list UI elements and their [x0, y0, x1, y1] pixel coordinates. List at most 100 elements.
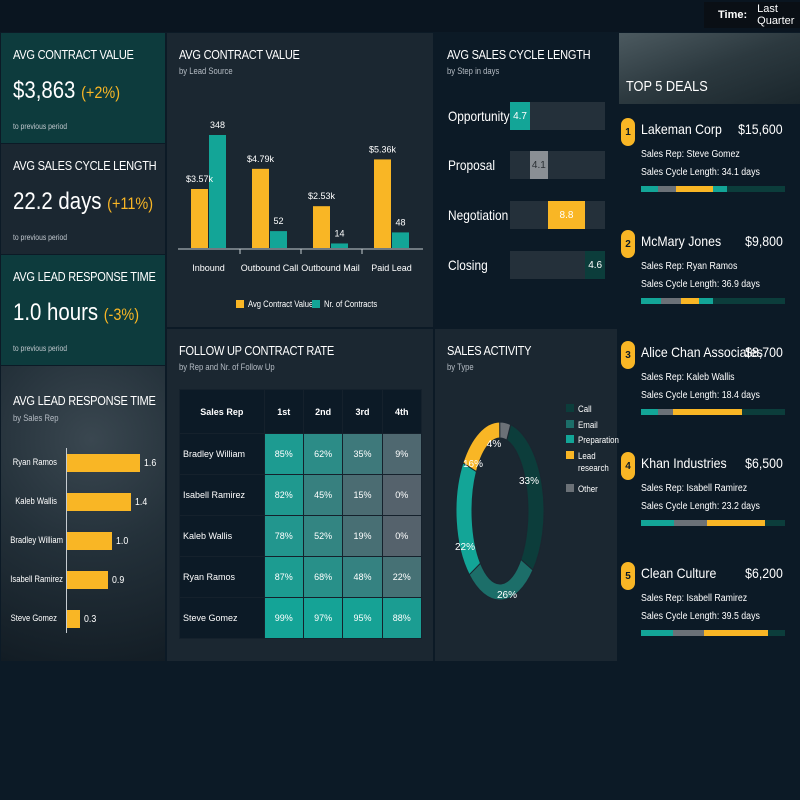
row-header: Ryan Ramos [179, 556, 265, 598]
legend-nr-contracts: Nr. of Contracts [312, 299, 387, 309]
heat-cell: 97% [302, 597, 344, 639]
kpi-avg-lead-response: AVG LEAD RESPONSE TIME 1.0 hours (-3%) t… [1, 255, 165, 365]
column-header-follow-up: 3rd [342, 389, 383, 434]
bar-label: Steve Gomez [10, 613, 57, 623]
deal-cycle-segment [764, 520, 785, 526]
bar-label: Ryan Ramos [12, 457, 57, 467]
rank-badge-icon: 5 [621, 562, 635, 590]
deal-cycle: Sales Cycle Length: 34.1 days [641, 167, 760, 178]
deal-rep: Sales Rep: Isabell Ramirez [641, 593, 748, 604]
sales-activity-panel: SALES ACTIVITY by Type [435, 329, 617, 661]
bar-value: 0.3 [83, 614, 97, 625]
deal-amount: $6,200 [745, 565, 783, 581]
rank-badge-icon: 2 [621, 230, 635, 258]
stage-label: Negotiation [448, 207, 509, 223]
kpi-title: AVG CONTRACT VALUE [13, 47, 134, 62]
stage-track: 4.1 [510, 151, 605, 179]
time-filter-label: Time: [718, 9, 748, 21]
top-bar: Time: Last Quarter [0, 0, 800, 32]
column-header-sales-rep: Sales Rep [179, 389, 265, 434]
contract-value-panel: AVG CONTRACT VALUE by Lead Source [167, 33, 433, 327]
deal-amount: $6,500 [745, 455, 783, 471]
bar [66, 493, 131, 511]
stage-bar: 4.6 [585, 251, 605, 279]
column-header-follow-up: 2nd [302, 389, 344, 434]
legend-label: Preparation [578, 435, 619, 445]
deal-rep: Sales Rep: Kaleb Wallis [641, 372, 735, 383]
deal-cycle-segment [704, 630, 768, 636]
deal-cycle-segment [672, 630, 705, 636]
deal-cycle-segment [707, 520, 765, 526]
panel-title: AVG SALES CYCLE LENGTH [447, 47, 591, 62]
deal-amount: $15,600 [738, 121, 783, 137]
deal-cycle: Sales Cycle Length: 36.9 days [641, 279, 760, 290]
table-row: Bradley William 85% 62% 35% 9% [179, 433, 423, 475]
row-header: Steve Gomez [179, 597, 265, 639]
time-filter-value[interactable]: Last Quarter [757, 3, 800, 27]
kpi-value: 1.0 hours (-3%) [13, 299, 140, 326]
stage-track: 4.6 [510, 251, 605, 279]
legend-swatch [566, 435, 574, 443]
deal-cycle-bar [641, 630, 785, 636]
bar [66, 532, 113, 550]
deal-cycle-segment [658, 186, 676, 192]
heat-cell: 48% [342, 556, 383, 598]
kpi-title: AVG LEAD RESPONSE TIME [13, 269, 156, 284]
panel-title: FOLLOW UP CONTRACT RATE [179, 343, 334, 358]
bar-value: 1.6 [144, 458, 157, 469]
deal-cycle-segment [641, 520, 675, 526]
deal-cycle-segment [741, 409, 785, 415]
kpi-note: to previous period [13, 122, 68, 131]
heat-cell: 95% [342, 597, 383, 639]
panel-subtitle: by Step in days [447, 66, 500, 76]
deal-cycle-segment [712, 186, 728, 192]
bar [66, 571, 108, 589]
deal-cycle: Sales Cycle Length: 39.5 days [641, 611, 760, 622]
deal-cycle-segment [674, 520, 708, 526]
deal-cycle: Sales Cycle Length: 18.4 days [641, 390, 760, 401]
deal-cycle-segment [641, 186, 659, 192]
rank-badge-icon: 4 [621, 452, 635, 480]
stage-label: Closing [448, 257, 488, 273]
axis-line [66, 448, 67, 633]
legend-label: Call [578, 404, 592, 414]
stage-bar: 8.8 [547, 201, 586, 229]
heat-cell: 87% [263, 556, 304, 598]
heat-cell: 62% [302, 433, 344, 475]
rank-badge-icon: 3 [621, 341, 635, 369]
deal-cycle-segment [675, 186, 713, 192]
deal-cycle: Sales Cycle Length: 23.2 days [641, 501, 760, 512]
legend-item: Email [566, 419, 620, 431]
heat-cell: 9% [381, 433, 423, 475]
deal-amount: $8,700 [745, 344, 783, 360]
bar [66, 610, 80, 628]
stage-bar: 4.7 [510, 102, 531, 130]
deal-company: Clean Culture [641, 565, 717, 581]
deal-rep: Sales Rep: Ryan Ramos [641, 261, 738, 272]
panel-subtitle: by Lead Source [179, 66, 233, 76]
table-row: Kaleb Wallis 78% 52% 19% 0% [179, 515, 423, 557]
deal-cycle-segment [641, 298, 662, 304]
legend-swatch [566, 420, 574, 428]
heat-cell: 22% [381, 556, 423, 598]
follow-up-table: Sales Rep 1st 2nd 3rd 4th Bradley William 85%… [179, 389, 423, 639]
legend-swatch [566, 484, 574, 492]
kpi-title: AVG SALES CYCLE LENGTH [13, 158, 157, 173]
deal-cycle-segment [712, 298, 785, 304]
time-filter[interactable]: Time: Last Quarter [704, 2, 800, 28]
heat-cell: 19% [342, 515, 383, 557]
table-row: Steve Gomez 99% 97% 95% 88% [179, 597, 423, 639]
column-header-follow-up: 1st [263, 389, 304, 434]
deal-cycle-segment [641, 409, 659, 415]
deal-cycle-segment [681, 298, 699, 304]
legend-label: Email [578, 420, 598, 430]
legend-item: Call [566, 403, 620, 415]
deal-cycle-segment [698, 298, 713, 304]
stage-label: Opportunity [448, 108, 510, 124]
cycle-length-panel: AVG SALES CYCLE LENGTH by Step in days [435, 33, 617, 327]
deal-cycle-bar [641, 186, 785, 192]
row-header: Kaleb Wallis [179, 515, 265, 557]
deal-amount: $9,800 [745, 233, 783, 249]
row-header: Bradley William [179, 433, 265, 475]
bar-value: 1.0 [116, 536, 129, 547]
